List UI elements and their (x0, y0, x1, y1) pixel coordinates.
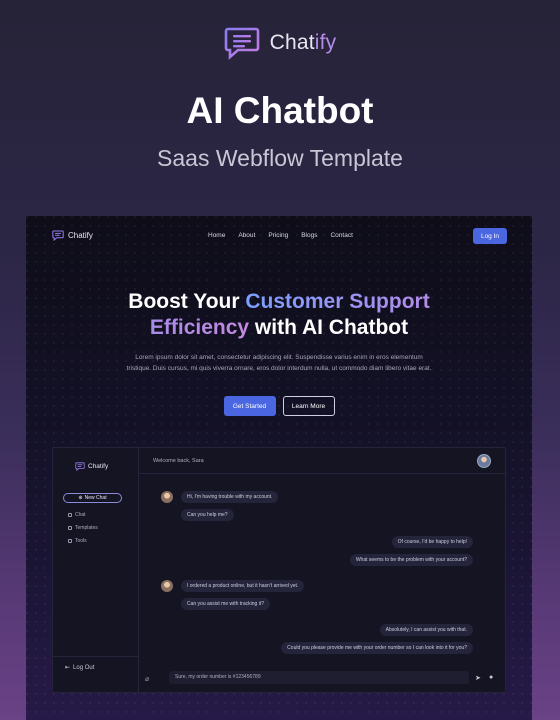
user-avatar-small (161, 491, 173, 503)
message-bot: Absolutely, I can assist you with that. (379, 624, 473, 636)
hero-buttons: Get Started Learn More (26, 396, 532, 416)
logout-button[interactable]: ⇤ Log Out (65, 664, 94, 672)
message-input[interactable]: Sure, my order number is #123456789 (169, 671, 469, 684)
chat-header: Welcome back, Sara (139, 448, 507, 474)
chat-logo-icon (75, 462, 85, 471)
nav-link-pricing[interactable]: Pricing (268, 232, 288, 239)
page-subtitle: Saas Webflow Template (157, 145, 403, 171)
logout-icon: ⇤ (65, 665, 71, 671)
nav-link-about[interactable]: About (238, 232, 255, 239)
preview-navbar: Chatify Home About Pricing Blogs Contact… (26, 222, 532, 250)
sidebar-item-templates[interactable]: Templates (68, 525, 98, 531)
sidebar-item-tools[interactable]: Tools (68, 538, 87, 544)
get-started-button[interactable]: Get Started (223, 396, 276, 416)
message-user: Hi, I'm having trouble with my account. (181, 491, 279, 503)
chat-logo-icon (52, 230, 64, 241)
sidebar-item-chat[interactable]: Chat (68, 512, 86, 518)
brand-name: Chatify (269, 31, 337, 54)
message-bot: What seems to be the problem with your a… (349, 554, 473, 566)
send-icon[interactable]: ➤ (475, 674, 481, 682)
message-user: Can you assist me with tracking it? (181, 598, 270, 610)
brand-header: Chatify (0, 26, 560, 60)
hero-title: Boost Your Customer Support Efficiency w… (128, 290, 430, 339)
learn-more-button[interactable]: Learn More (282, 396, 335, 416)
chat-app-window: Chatify ⊕ New Chat Chat Templates Tools ⇤… (52, 447, 507, 694)
message-user: I ordered a product online, but it hasn'… (181, 580, 305, 592)
page-title: AI Chatbot (186, 90, 374, 131)
nav-link-contact[interactable]: Contact (330, 232, 352, 239)
preview-logo[interactable]: Chatify (52, 230, 93, 241)
divider (53, 656, 139, 657)
message-bot: Of course, I'd be happy to help! (391, 536, 473, 548)
user-avatar[interactable] (477, 454, 491, 468)
message-bot: Could you please provide me with your or… (281, 642, 473, 654)
message-user: Can you help me? (181, 509, 234, 521)
tools-icon (68, 539, 72, 543)
user-avatar-small (161, 580, 173, 592)
nav-links: Home About Pricing Blogs Contact (208, 232, 353, 239)
template-preview: Chatify Home About Pricing Blogs Contact… (26, 216, 532, 720)
document-icon (68, 526, 72, 530)
nav-link-blogs[interactable]: Blogs (301, 232, 317, 239)
plus-icon: ⊕ (78, 495, 83, 501)
hero-description: Lorem ipsum dolor sit amet, consectetur … (126, 354, 432, 372)
chat-logo-icon (224, 27, 259, 60)
welcome-text: Welcome back, Sara (153, 458, 204, 464)
attachment-icon[interactable]: ⌀ (145, 675, 149, 683)
nav-link-home[interactable]: Home (208, 232, 225, 239)
new-chat-button[interactable]: ⊕ New Chat (63, 493, 122, 503)
grid-icon (68, 513, 72, 517)
microphone-icon[interactable]: ● (489, 674, 493, 681)
app-logo: Chatify (75, 462, 108, 471)
app-sidebar: Chatify ⊕ New Chat Chat Templates Tools ⇤… (53, 448, 139, 694)
login-button[interactable]: Log In (473, 228, 507, 244)
